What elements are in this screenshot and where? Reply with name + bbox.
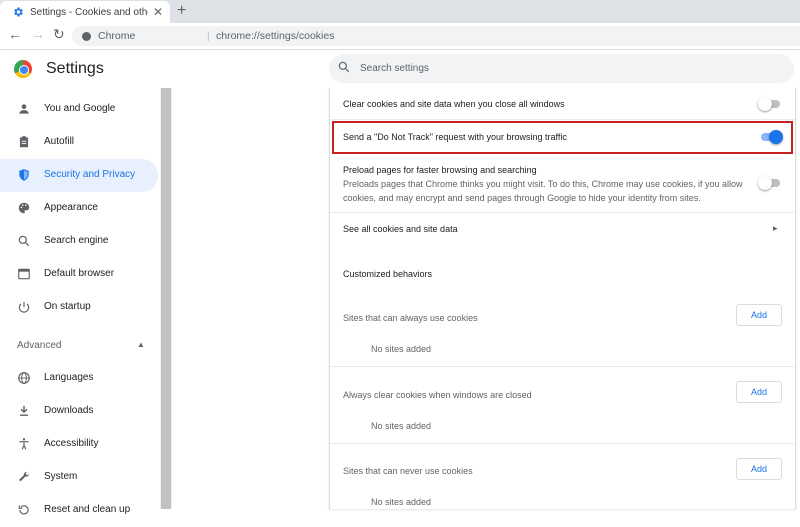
close-icon[interactable]: ✕ (153, 5, 163, 19)
download-icon (19, 405, 29, 416)
sidebar-item-label: System (44, 471, 78, 482)
search-icon (18, 235, 30, 247)
sidebar-item-label: Appearance (44, 202, 98, 213)
address-bar[interactable]: Chrome | chrome://settings/cookies (72, 26, 800, 46)
advanced-section-label[interactable]: Advanced (17, 340, 61, 351)
sidebar-item-search-engine[interactable]: Search engine (0, 225, 158, 258)
block-list-title: Sites that can never use cookies (343, 466, 473, 476)
globe-icon (18, 372, 30, 384)
sidebar-item-you-and-google[interactable]: You and Google (0, 93, 158, 126)
reload-button[interactable]: ↻ (53, 26, 65, 43)
site-chip: Chrome (98, 30, 136, 42)
sidebar-item-autofill[interactable]: Autofill (0, 126, 158, 159)
tab-strip: Settings - Cookies and other site ✕ + (0, 0, 800, 23)
sidebar-item-languages[interactable]: Languages (0, 362, 158, 395)
chevron-right-icon: ▸ (773, 223, 778, 233)
divider (330, 366, 795, 367)
add-block-site-button[interactable]: Add (736, 458, 782, 480)
sidebar-item-label: You and Google (44, 103, 116, 114)
customized-behaviors-heading: Customized behaviors (343, 269, 433, 279)
sidebar-item-reset[interactable]: Reset and clean up (0, 494, 158, 527)
add-allow-site-button[interactable]: Add (736, 304, 782, 326)
sidebar-item-label: Accessibility (44, 438, 99, 449)
sidebar-item-default-browser[interactable]: Default browser (0, 258, 158, 291)
see-all-cookies-label: See all cookies and site data (343, 224, 458, 234)
search-input[interactable]: Search settings (329, 54, 794, 83)
sidebar-item-appearance[interactable]: Appearance (0, 192, 158, 225)
chrome-logo-icon (14, 60, 32, 78)
block-list-empty: No sites added (371, 497, 432, 507)
sidebar-item-label: Downloads (44, 405, 94, 416)
page-title: Settings (46, 60, 104, 77)
wrench-icon (19, 471, 30, 482)
divider (330, 443, 795, 444)
sidebar-item-label: Reset and clean up (44, 504, 131, 515)
do-not-track-label: Send a "Do Not Track" request with your … (343, 132, 567, 142)
sidebar-item-label: On startup (44, 301, 91, 312)
search-placeholder: Search settings (360, 63, 429, 74)
divider (330, 119, 795, 120)
preload-description: Preloads pages that Chrome thinks you mi… (343, 177, 753, 205)
see-all-cookies-row[interactable]: See all cookies and site data ▸ (330, 213, 795, 243)
preload-toggle[interactable] (758, 176, 780, 190)
preload-description-line1: Preloads pages that Chrome thinks you mi… (343, 179, 743, 189)
sidebar-item-label: Search engine (44, 235, 109, 246)
sidebar-item-label: Autofill (44, 136, 75, 147)
cookies-settings-card: Clear cookies and site data when you clo… (329, 88, 796, 509)
sidebar-item-on-startup[interactable]: On startup (0, 291, 158, 324)
new-tab-button[interactable]: + (177, 2, 186, 20)
chrome-icon (82, 32, 91, 41)
do-not-track-toggle[interactable] (761, 130, 783, 144)
person-icon (19, 104, 29, 114)
power-icon (18, 301, 30, 313)
gear-icon (14, 7, 23, 17)
shield-icon (19, 169, 29, 181)
settings-header: Settings Search settings (0, 50, 800, 88)
sidebar-item-system[interactable]: System (0, 461, 158, 494)
search-icon (338, 61, 350, 73)
preload-description-line2: cookies, and may encrypt and send pages … (343, 193, 701, 203)
tab-settings[interactable]: Settings - Cookies and other site ✕ (0, 1, 170, 23)
browser-icon (18, 268, 30, 280)
palette-icon (18, 202, 30, 214)
sidebar-item-label: Languages (44, 372, 94, 383)
clear-on-exit-list-title: Always clear cookies when windows are cl… (343, 390, 532, 400)
allow-list-empty: No sites added (371, 344, 432, 354)
sidebar: You and Google Autofill Security and Pri… (0, 88, 160, 515)
url-text[interactable]: chrome://settings/cookies (216, 30, 334, 42)
sidebar-item-accessibility[interactable]: Accessibility (0, 428, 158, 461)
clear-on-close-label: Clear cookies and site data when you clo… (343, 99, 565, 109)
clear-on-close-toggle[interactable] (758, 97, 780, 111)
tab-title: Settings - Cookies and other site (30, 7, 148, 18)
clipboard-icon (19, 136, 29, 148)
clear-on-exit-list-empty: No sites added (371, 421, 432, 431)
sidebar-item-security[interactable]: Security and Privacy (0, 159, 158, 192)
accessibility-icon (19, 438, 29, 450)
forward-button[interactable]: → (31, 26, 45, 42)
back-button[interactable]: ← (8, 26, 22, 42)
sidebar-item-label: Default browser (44, 268, 115, 279)
add-clear-on-exit-site-button[interactable]: Add (736, 381, 782, 403)
caret-up-icon[interactable]: ▲ (137, 340, 145, 349)
reset-icon (18, 505, 29, 515)
url-separator: | (207, 30, 210, 42)
do-not-track-row[interactable]: Send a "Do Not Track" request with your … (332, 121, 793, 154)
sidebar-item-downloads[interactable]: Downloads (0, 395, 158, 428)
preload-label: Preload pages for faster browsing and se… (343, 165, 537, 175)
sidebar-item-label: Security and Privacy (44, 169, 136, 180)
allow-list-title: Sites that can always use cookies (343, 313, 478, 323)
scrollbar-thumb[interactable] (161, 88, 171, 509)
toolbar: ← → ↻ Chrome | chrome://settings/cookies (0, 23, 800, 50)
